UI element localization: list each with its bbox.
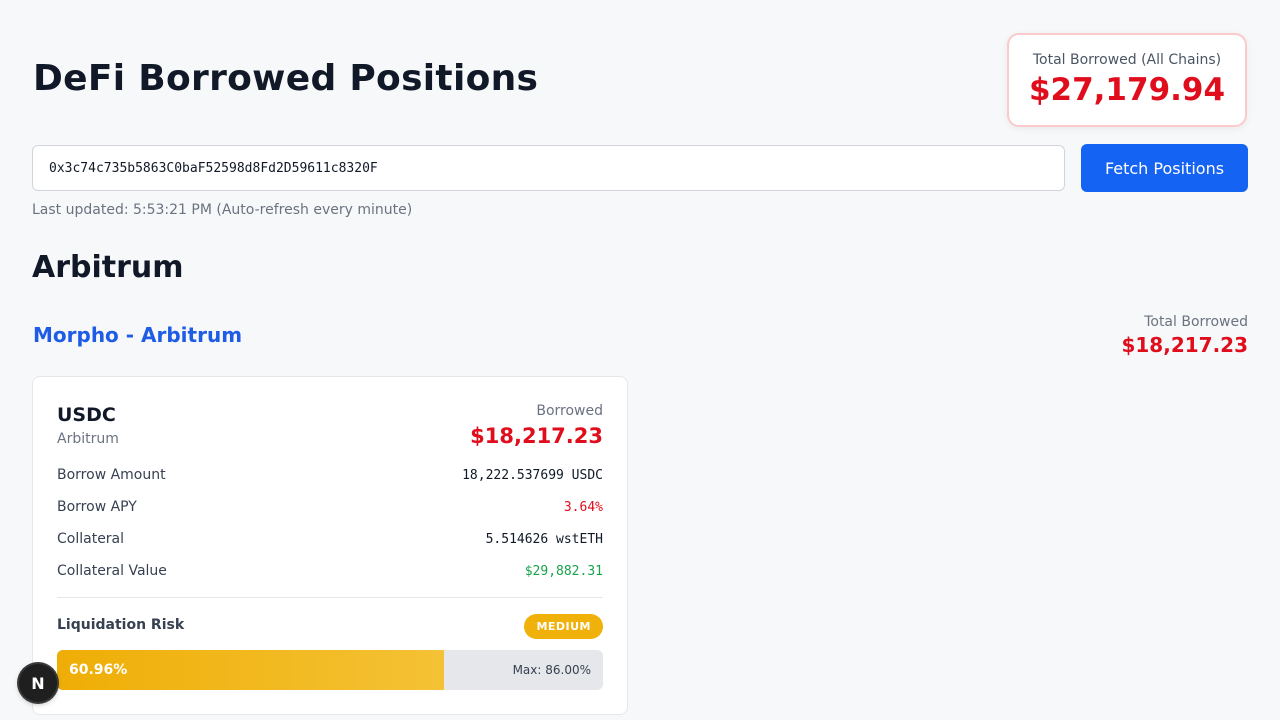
asset-chain: Arbitrum [57, 431, 119, 447]
total-borrowed-value: $27,179.94 [1028, 72, 1226, 108]
collateral-value: 5.514626 wstETH [485, 531, 603, 547]
wallet-address-input[interactable] [32, 145, 1065, 191]
position-card: USDC Arbitrum Borrowed $18,217.23 Borrow… [32, 376, 628, 715]
borrow-apy-row: Borrow APY 3.64% [57, 496, 603, 518]
liquidation-risk-max: Max: 86.00% [512, 663, 591, 677]
borrow-amount-value: 18,222.537699 USDC [462, 467, 603, 483]
asset-symbol: USDC [57, 404, 116, 426]
card-divider [57, 597, 603, 598]
last-updated-text: Last updated: 5:53:21 PM (Auto-refresh e… [32, 202, 413, 218]
liquidation-risk-percent: 60.96% [69, 662, 128, 678]
borrowed-value: $18,217.23 [470, 424, 603, 448]
collateral-label: Collateral [57, 531, 125, 547]
collateral-value-amount: $29,882.31 [524, 563, 603, 579]
liquidation-risk-bar: 60.96% Max: 86.00% [57, 650, 603, 690]
chain-title: Arbitrum [32, 250, 184, 285]
fetch-positions-button[interactable]: Fetch Positions [1081, 144, 1248, 192]
collateral-row: Collateral 5.514626 wstETH [57, 528, 603, 550]
nextjs-logo-icon[interactable]: N [19, 664, 57, 702]
nextjs-logo-letter: N [31, 673, 45, 693]
borrow-amount-row: Borrow Amount 18,222.537699 USDC [57, 464, 603, 486]
borrow-apy-value: 3.64% [563, 499, 603, 515]
liquidation-risk-label: Liquidation Risk [57, 617, 185, 633]
collateral-value-label: Collateral Value [57, 563, 167, 579]
borrow-apy-label: Borrow APY [57, 499, 137, 515]
total-borrowed-label: Total Borrowed (All Chains) [1032, 52, 1222, 68]
protocol-total-label: Total Borrowed [1144, 314, 1248, 330]
total-borrowed-card: Total Borrowed (All Chains) $27,179.94 [1007, 33, 1247, 127]
protocol-total-value: $18,217.23 [1121, 333, 1248, 357]
collateral-value-row: Collateral Value $29,882.31 [57, 560, 603, 582]
borrowed-label: Borrowed [536, 403, 603, 419]
protocol-title-link[interactable]: Morpho - Arbitrum [33, 323, 242, 347]
risk-level-badge: MEDIUM [524, 614, 603, 639]
protocol-total: Total Borrowed $18,217.23 [1121, 314, 1248, 357]
page: DeFi Borrowed Positions Total Borrowed (… [0, 0, 1280, 720]
page-title: DeFi Borrowed Positions [33, 58, 539, 99]
borrow-amount-label: Borrow Amount [57, 467, 166, 483]
